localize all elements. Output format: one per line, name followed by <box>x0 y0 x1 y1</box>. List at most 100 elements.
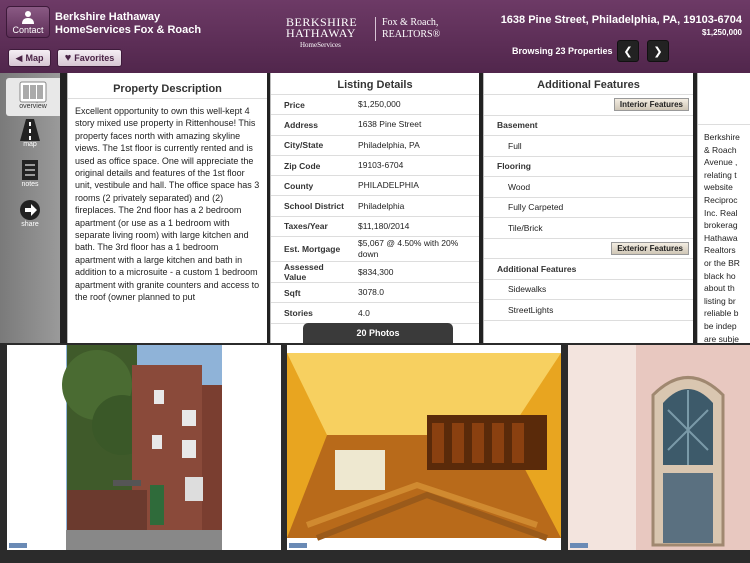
basement-heading: Basement <box>484 116 693 136</box>
listing-details-panel: Listing Details Price $1,250,000 Address 16… <box>270 73 479 343</box>
row-value: 4.0 <box>358 307 370 318</box>
table-row: Assessed Value $834,300 <box>271 262 479 284</box>
table-row: Zip Code 19103-6704 <box>271 156 479 177</box>
photos-count: 20 Photos <box>356 328 400 338</box>
browsing-count: Browsing 23 Properties <box>512 46 613 56</box>
row-value: Philadelphia, PA <box>358 139 420 150</box>
row-label: Zip Code <box>284 160 321 171</box>
favorites-label: Favorites <box>74 53 115 63</box>
row-value: 3078.0 <box>358 287 384 298</box>
road-icon <box>20 119 40 141</box>
map-button[interactable]: ◀ Map <box>8 49 51 67</box>
row-value: 19103-6704 <box>358 160 404 171</box>
description-text: Excellent opportunity to own this well-k… <box>75 106 260 303</box>
additional-heading: Additional Features <box>484 259 693 280</box>
row-label: Sqft <box>284 287 301 298</box>
row-value: $834,300 <box>358 266 394 277</box>
contact-button[interactable]: Contact <box>6 6 50 38</box>
agent-name: Berkshire Hathaway HomeServices Fox & Ro… <box>55 11 201 37</box>
logo-right: Fox & Roach, REALTORS® <box>382 17 441 40</box>
chevron-right-icon: ❯ <box>653 45 663 58</box>
row-label: City/State <box>284 140 324 151</box>
interior-room-image <box>287 345 561 550</box>
sidebar-item-notes[interactable]: notes <box>6 159 54 188</box>
row-label: Assessed Value <box>284 262 324 283</box>
photo-exterior[interactable] <box>7 345 281 550</box>
exterior-building-image <box>7 345 281 550</box>
list-item: Sidewalks <box>484 280 693 300</box>
exterior-features-tag: Exterior Features <box>484 239 693 259</box>
row-value: 1638 Pine Street <box>358 119 422 130</box>
photo-window[interactable] <box>568 345 750 550</box>
overview-icon <box>19 81 47 103</box>
next-property-button[interactable]: ❯ <box>647 40 669 62</box>
row-label: Price <box>284 99 305 110</box>
table-row: School District Philadelphia <box>271 196 479 217</box>
list-item: Tile/Brick <box>484 218 693 239</box>
table-row: Stories 4.0 <box>271 303 479 324</box>
property-price: $1,250,000 <box>701 28 742 37</box>
disclaimer-panel: Berkshire & Roach Avenue , relating t we… <box>697 73 750 343</box>
logo-line-1: BERKSHIRE HATHAWAY <box>286 15 358 40</box>
notes-icon <box>22 160 38 180</box>
sidebar-item-share[interactable]: share <box>6 199 54 228</box>
table-row: Sqft 3078.0 <box>271 283 479 304</box>
photo-interior[interactable] <box>287 345 561 550</box>
list-item: Wood <box>484 177 693 198</box>
person-icon <box>22 11 34 24</box>
table-row: County PHILADELPHIA <box>271 176 479 197</box>
row-label: Stories <box>284 308 313 319</box>
window-detail-image <box>568 345 750 550</box>
disclaimer-header <box>698 73 750 125</box>
prev-property-button[interactable]: ❮ <box>617 40 639 62</box>
header-bar: Contact Berkshire Hathaway HomeServices … <box>0 0 750 73</box>
description-title: Property Description <box>68 73 267 99</box>
row-value: $5,067 @ 4.50% with 20% down <box>358 238 459 260</box>
list-item: Fully Carpeted <box>484 198 693 218</box>
sidebar-label-overview: overview <box>19 103 47 110</box>
row-value: $11,180/2014 <box>358 220 410 231</box>
table-row: Price $1,250,000 <box>271 95 479 116</box>
agent-line-2: HomeServices Fox & Roach <box>55 24 202 36</box>
property-address: 1638 Pine Street, Philadelphia, PA, 1910… <box>500 14 742 26</box>
agent-line-1: Berkshire Hathaway <box>55 11 161 23</box>
sidebar-item-overview[interactable]: overview <box>6 78 60 116</box>
sidebar-item-map[interactable]: map <box>6 119 54 148</box>
row-value: $1,250,000 <box>358 99 401 110</box>
row-label: County <box>284 180 314 191</box>
description-panel: Property Description Excellent opportuni… <box>67 73 267 343</box>
row-value: Philadelphia <box>358 200 405 211</box>
listing-details-title: Listing Details <box>271 73 479 95</box>
chevron-left-icon: ❮ <box>623 45 633 58</box>
row-label: Taxes/Year <box>284 221 328 232</box>
row-label: School District <box>284 201 344 212</box>
additional-features-title: Additional Features <box>484 73 693 95</box>
brand-logo: BERKSHIRE HATHAWAY HomeServices Fox & Ro… <box>286 16 456 50</box>
additional-features-panel: Additional Features Interior Features Ba… <box>483 73 693 343</box>
sidebar-label-map: map <box>23 141 37 148</box>
table-row: Est. Mortgage $5,067 @ 4.50% with 20% dow… <box>271 237 479 263</box>
logo-line-3: HomeServices <box>300 41 341 49</box>
list-item: Full <box>484 136 693 157</box>
favorites-button[interactable]: ♥ Favorites <box>57 49 122 67</box>
map-label: Map <box>25 53 44 63</box>
sidebar-label-notes: notes <box>21 181 39 188</box>
arrow-left-icon: ◀ <box>15 52 23 63</box>
row-value: PHILADELPHIA <box>358 180 419 191</box>
logo-divider <box>375 17 376 41</box>
disclaimer-text: Berkshire & Roach Avenue , relating t we… <box>704 132 740 343</box>
table-row: Address 1638 Pine Street <box>271 115 479 136</box>
list-item: StreetLights <box>484 300 693 321</box>
table-row: City/State Philadelphia, PA <box>271 136 479 156</box>
share-arrow-icon <box>20 200 40 220</box>
table-row: Taxes/Year $11,180/2014 <box>271 217 479 238</box>
row-label: Address <box>284 119 319 130</box>
sidebar-label-share: share <box>21 221 39 228</box>
photos-tab[interactable]: 20 Photos <box>303 323 453 343</box>
contact-label: Contact <box>12 25 44 35</box>
heart-icon: ♥ <box>64 52 72 64</box>
flooring-heading: Flooring <box>484 157 693 177</box>
sidebar: overview map notes share <box>0 73 60 343</box>
interior-features-tag: Interior Features <box>484 95 693 116</box>
row-label: Est. Mortgage <box>284 244 341 255</box>
